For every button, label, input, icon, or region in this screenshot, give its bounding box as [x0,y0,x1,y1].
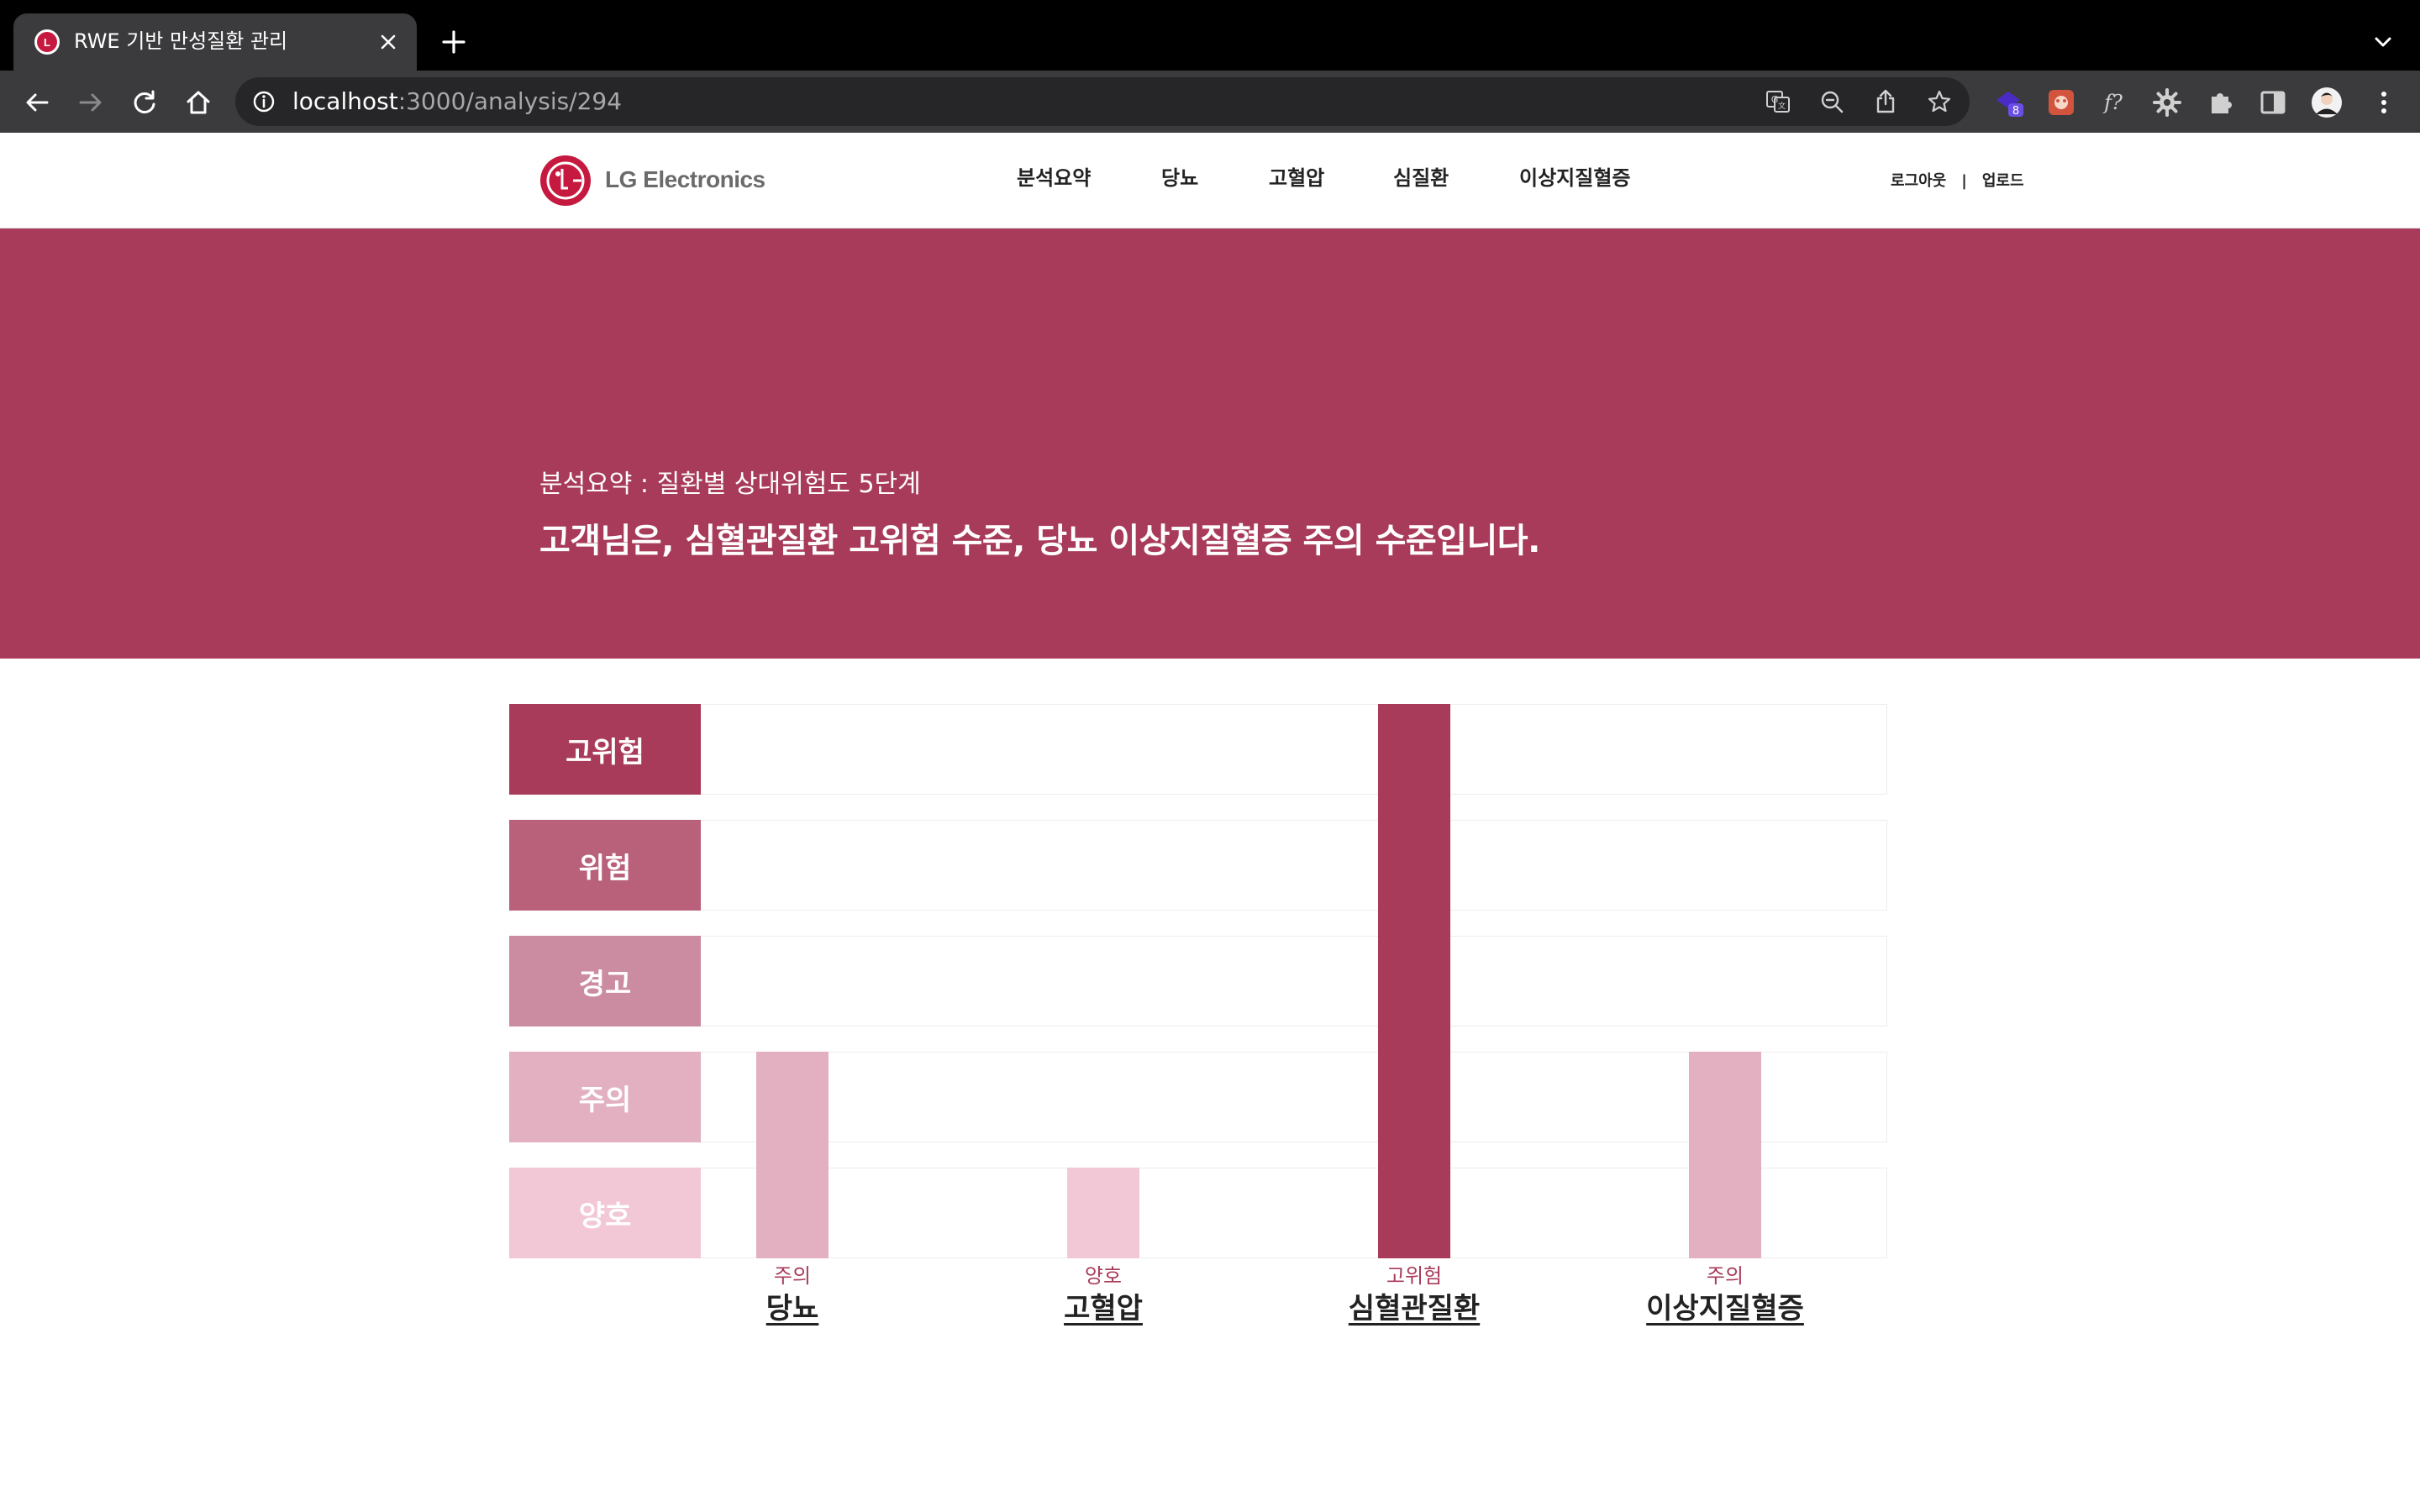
side-panel-icon[interactable] [2257,87,2289,118]
bar-level-label: 주의 [1706,1264,1744,1288]
svg-text:f?: f? [2102,91,2123,114]
chart-bar [1378,704,1450,1258]
url-text[interactable]: localhost:3000/analysis/294 [292,87,622,116]
level-row [509,704,1887,795]
nav-item-hypertension[interactable]: 고혈압 [1269,165,1324,192]
level-label: 위험 [509,820,701,911]
nav-item-summary[interactable]: 분석요약 [1017,165,1091,192]
disease-link[interactable]: 심혈관질환 [1288,1290,1540,1327]
chart-bar [1067,1168,1139,1258]
hero-title: 고객님은, 심혈관질환 고위험 수준, 당뇨 이상지질혈증 주의 수준입니다. [539,522,1540,560]
nav-item-dyslipidemia[interactable]: 이상지질혈증 [1519,165,1630,192]
address-bar[interactable]: localhost:3000/analysis/294 G 文 [235,77,1970,126]
browser-toolbar: localhost:3000/analysis/294 G 文 8 f? [0,71,2420,133]
hero-banner: 분석요약 : 질환별 상대위험도 5단계 고객님은, 심혈관질환 고위험 수준,… [0,228,2420,659]
auth-links: 로그아웃 | 업로드 [1891,171,2024,192]
close-tab-icon[interactable] [375,29,402,55]
gear-icon[interactable] [2151,87,2183,118]
level-row [509,936,1887,1026]
logo-text: LG Electronics [605,166,765,192]
level-label: 주의 [509,1052,701,1142]
site-info-icon[interactable] [252,90,276,113]
level-row [509,1052,1887,1142]
home-icon[interactable] [183,87,213,118]
disease-link[interactable]: 이상지질혈증 [1599,1290,1851,1327]
level-row [509,820,1887,911]
upload-link[interactable]: 업로드 [1982,172,2024,190]
svg-text:8: 8 [2012,105,2019,118]
logout-link[interactable]: 로그아웃 [1891,172,1946,190]
level-label: 양호 [509,1168,701,1258]
disease-link[interactable]: 당뇨 [666,1290,918,1327]
chart-bar [756,1052,829,1258]
nav-item-diabetes[interactable]: 당뇨 [1161,165,1198,192]
svg-text:文: 文 [1778,101,1786,111]
hero-subtitle: 분석요약 : 질환별 상대위험도 5단계 [539,470,921,499]
tab-title: RWE 기반 만성질환 관리 [74,29,288,53]
svg-text:L: L [44,36,50,49]
level-label: 경고 [509,936,701,1026]
share-icon[interactable] [1872,88,1899,115]
translate-icon[interactable]: G 文 [1765,88,1791,115]
chevron-down-icon[interactable] [2370,29,2396,55]
lg-logo-mark-icon [540,155,591,206]
browser-tab[interactable]: L RWE 기반 만성질환 관리 [13,13,417,71]
forward-arrow-icon[interactable] [76,87,106,118]
reload-icon[interactable] [129,87,160,118]
browser-menu-icon[interactable] [2368,87,2400,118]
chart-bar [1689,1052,1761,1258]
new-tab-icon[interactable] [439,27,469,57]
level-label: 고위험 [509,704,701,795]
zoom-out-icon[interactable] [1818,88,1845,115]
lg-favicon-icon: L [34,29,60,55]
lg-logo[interactable]: LG Electronics [539,155,775,207]
level-row [509,1168,1887,1258]
nav-item-heart-disease[interactable]: 심질환 [1393,165,1449,192]
svg-text:G: G [1771,94,1779,105]
formula-extension-icon[interactable]: f? [2097,87,2129,118]
site-header: LG Electronics 분석요약 당뇨 고혈압 심질환 이상지질혈증 로그… [0,133,2420,228]
bar-level-label: 양호 [1084,1264,1123,1288]
extensions-puzzle-icon[interactable] [2205,87,2237,118]
bar-level-label: 주의 [773,1264,812,1288]
auth-separator: | [1961,172,1967,190]
extension-badge-icon[interactable]: 8 [1993,87,2025,118]
profile-avatar-icon[interactable] [2311,87,2343,118]
back-arrow-icon[interactable] [22,87,52,118]
browser-tab-bar: L RWE 기반 만성질환 관리 [0,0,2420,71]
extension-puzzle-red-icon[interactable] [2045,87,2077,118]
disease-link[interactable]: 고혈압 [977,1290,1229,1327]
bar-level-label: 고위험 [1386,1264,1443,1288]
bookmark-star-icon[interactable] [1926,88,1953,115]
